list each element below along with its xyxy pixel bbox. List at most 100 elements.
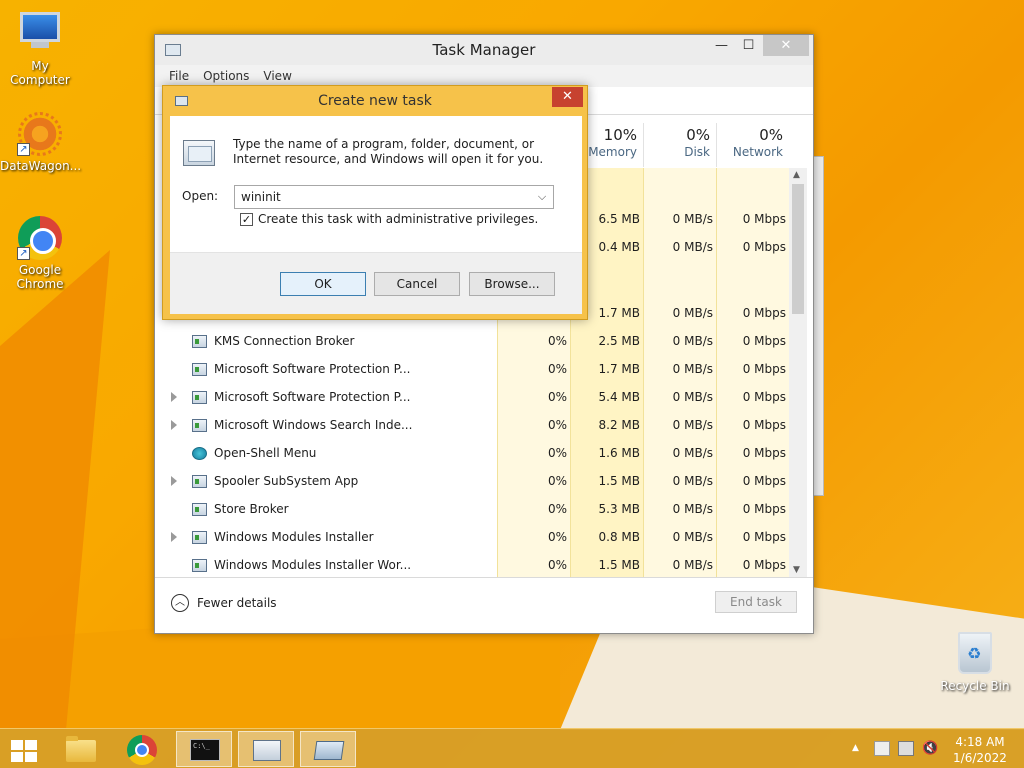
open-input[interactable]: wininit ⌵ — [234, 185, 554, 209]
disk-cell: 0 MB/s — [672, 502, 713, 516]
memory-cell: 5.3 MB — [598, 502, 640, 516]
cpu-cell: 0% — [547, 362, 567, 376]
taskbar-chrome[interactable] — [114, 731, 170, 767]
menu-file[interactable]: File — [169, 69, 189, 83]
process-icon — [192, 363, 207, 376]
datawagon-icon: ↗ — [17, 112, 63, 156]
scrollbar-thumb[interactable] — [792, 184, 804, 314]
expand-arrow-icon[interactable] — [171, 476, 177, 486]
minimize-button[interactable]: — — [708, 35, 735, 56]
expand-arrow-icon[interactable] — [171, 392, 177, 402]
table-row[interactable]: KMS Connection Broker 0% 2.5 MB 0 MB/s 0 Mbp… — [163, 328, 786, 356]
show-hidden-icons-icon[interactable]: ▲ — [852, 743, 868, 758]
cpu-cell: 0% — [547, 418, 567, 432]
disk-cell: 0 MB/s — [672, 474, 713, 488]
menu-bar: File Options View — [155, 65, 813, 87]
browse-button[interactable]: Browse... — [469, 272, 555, 296]
process-name: Spooler SubSystem App — [214, 474, 359, 488]
menu-view[interactable]: View — [263, 69, 291, 83]
memory-cell: 1.5 MB — [598, 558, 640, 572]
task-manager-icon — [253, 740, 281, 761]
cpu-cell: 0% — [547, 390, 567, 404]
start-button[interactable] — [0, 731, 48, 767]
cpu-cell: 0% — [547, 474, 567, 488]
table-row[interactable]: Store Broker 0% 5.3 MB 0 MB/s 0 Mbps — [163, 496, 786, 524]
desktop-icon-label: DataWagon... — [0, 159, 82, 173]
dialog-close-button[interactable]: ✕ — [552, 87, 583, 107]
menu-options[interactable]: Options — [203, 69, 249, 83]
network-icon[interactable] — [898, 741, 914, 756]
disk-cell: 0 MB/s — [672, 240, 713, 254]
memory-cell: 1.7 MB — [598, 362, 640, 376]
computer-icon — [17, 12, 63, 56]
volume-muted-icon[interactable]: 🔇 — [922, 741, 938, 756]
table-row[interactable]: Microsoft Software Protection P... 0% 5.4 … — [163, 384, 786, 412]
process-name: Microsoft Software Protection P... — [214, 390, 411, 404]
desktop-icon-recycle-bin[interactable]: Recycle Bin — [935, 632, 1015, 693]
table-row[interactable]: Microsoft Windows Search Inde... 0% 8.2 MB… — [163, 412, 786, 440]
table-row[interactable]: Windows Modules Installer 0% 0.8 MB 0 MB/s 0… — [163, 524, 786, 552]
disk-cell: 0 MB/s — [672, 212, 713, 226]
expand-arrow-icon[interactable] — [171, 420, 177, 430]
maximize-button[interactable]: ☐ — [735, 35, 762, 56]
network-cell: 0 Mbps — [742, 334, 786, 348]
taskbar: C:\_ ▲ 🔇 4:18 AM 1/6/2022 — [0, 728, 1024, 768]
close-button[interactable]: ✕ — [763, 35, 809, 56]
action-center-flag-icon[interactable] — [874, 741, 890, 756]
cancel-button[interactable]: Cancel — [374, 272, 460, 296]
process-icon — [192, 419, 207, 432]
process-icon — [192, 559, 207, 572]
column-header-disk[interactable]: 0% Disk — [643, 123, 716, 167]
scroll-down-icon[interactable]: ▼ — [793, 565, 800, 575]
disk-cell: 0 MB/s — [672, 446, 713, 460]
disk-cell: 0 MB/s — [672, 390, 713, 404]
table-row[interactable]: Spooler SubSystem App 0% 1.5 MB 0 MB/s 0 Mbp… — [163, 468, 786, 496]
network-cell: 0 Mbps — [742, 306, 786, 320]
start-icon — [11, 740, 37, 762]
dialog-button-area: OK Cancel Browse... — [170, 252, 582, 314]
column-header-network[interactable]: 0% Network — [716, 123, 789, 167]
taskbar-command-prompt[interactable]: C:\_ — [176, 731, 232, 767]
dialog-description: Type the name of a program, folder, docu… — [233, 137, 544, 166]
fewer-details-link[interactable]: ︿ Fewer details — [171, 594, 277, 612]
vertical-scrollbar[interactable]: ▲ ▼ — [789, 168, 807, 577]
taskbar-run-dialog[interactable] — [300, 731, 356, 767]
process-icon — [192, 447, 207, 460]
ok-button[interactable]: OK — [280, 272, 366, 296]
chevron-up-icon: ︿ — [171, 594, 189, 612]
network-cell: 0 Mbps — [742, 390, 786, 404]
task-manager-titlebar[interactable]: Task Manager — ☐ ✕ — [155, 35, 813, 65]
create-new-task-dialog: Create new task ✕ Type the name of a pro… — [162, 85, 588, 320]
desktop-icon-datawagon[interactable]: ↗ DataWagon... — [0, 112, 82, 173]
process-name: Open-Shell Menu — [214, 446, 317, 460]
admin-privileges-option[interactable]: ✓ Create this task with administrative p… — [240, 212, 538, 226]
clock[interactable]: 4:18 AM 1/6/2022 — [950, 734, 1010, 766]
taskbar-file-explorer[interactable] — [52, 731, 108, 767]
chevron-down-icon[interactable]: ⌵ — [534, 186, 550, 208]
desktop-icon-my-computer[interactable]: My Computer — [0, 8, 80, 87]
run-dialog-icon — [313, 741, 345, 760]
table-row[interactable]: Open-Shell Menu 0% 1.6 MB 0 MB/s 0 Mbps — [163, 440, 786, 468]
disk-cell: 0 MB/s — [672, 306, 713, 320]
disk-usage-percent: 0% — [686, 126, 710, 144]
table-row[interactable]: Microsoft Software Protection P... 0% 1.7 … — [163, 356, 786, 384]
taskbar-task-manager[interactable] — [238, 731, 294, 767]
network-cell: 0 Mbps — [742, 502, 786, 516]
desktop-icon-label: Recycle Bin — [940, 679, 1010, 693]
chrome-icon: ↗ — [17, 216, 63, 260]
memory-cell: 1.6 MB — [598, 446, 640, 460]
end-task-button[interactable]: End task — [715, 591, 797, 613]
cpu-cell: 0% — [547, 558, 567, 572]
disk-cell: 0 MB/s — [672, 530, 713, 544]
scroll-up-icon[interactable]: ▲ — [793, 170, 800, 180]
disk-cell: 0 MB/s — [672, 362, 713, 376]
process-icon — [192, 335, 207, 348]
expand-arrow-icon[interactable] — [171, 532, 177, 542]
memory-cell: 5.4 MB — [598, 390, 640, 404]
process-name: Store Broker — [214, 502, 289, 516]
table-row[interactable]: Windows Modules Installer Wor... 0% 1.5 MB… — [163, 552, 786, 580]
desktop-icon-google-chrome[interactable]: ↗ Google Chrome — [0, 216, 80, 291]
admin-privileges-checkbox[interactable]: ✓ — [240, 212, 253, 226]
process-name: KMS Connection Broker — [214, 334, 355, 348]
process-icon — [192, 475, 207, 488]
